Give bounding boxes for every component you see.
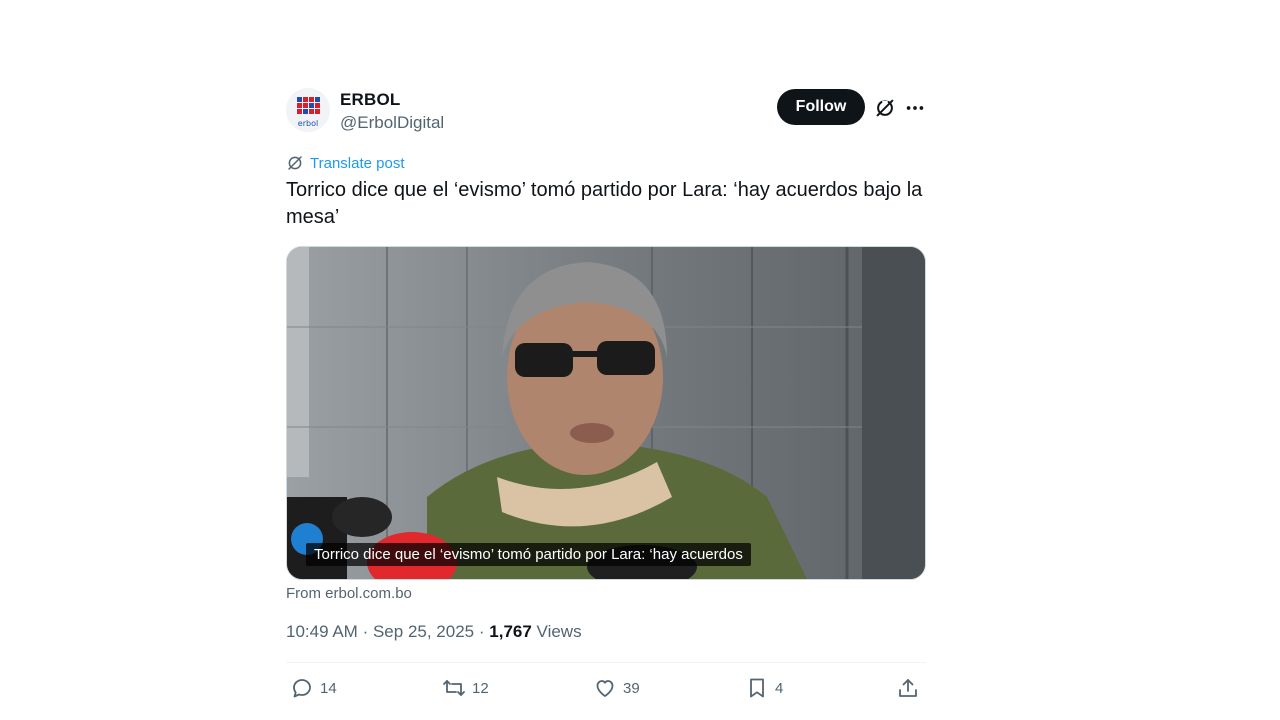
tweet-header: erbol ERBOL @ErbolDigital Follow [286, 86, 926, 142]
like-button[interactable]: 39 [593, 676, 640, 700]
video-caption: Torrico dice que el ‘evismo’ tomó partid… [306, 543, 751, 566]
avatar[interactable]: erbol [286, 88, 330, 132]
bookmark-button[interactable]: 4 [745, 676, 783, 700]
views-label: Views [536, 622, 582, 641]
repost-button[interactable]: 12 [442, 676, 489, 700]
author-name[interactable]: ERBOL [340, 90, 444, 110]
views-count: 1,767 [489, 622, 532, 641]
more-options-icon[interactable] [904, 97, 926, 119]
erbol-logo-icon: erbol [286, 88, 330, 132]
meta-separator: · [362, 622, 369, 641]
tweet-metadata: 10:49 AM · Sep 25, 2025 · 1,767 Views [286, 622, 582, 642]
reply-icon [293, 679, 311, 698]
grok-icon[interactable] [874, 97, 896, 119]
like-count: 39 [623, 679, 640, 697]
tweet-card: erbol ERBOL @ErbolDigital Follow Transla… [286, 86, 926, 698]
meta-separator: · [478, 622, 485, 641]
heart-icon [596, 680, 614, 697]
action-bar: 14 12 39 4 [286, 676, 926, 704]
translate-icon [288, 156, 302, 170]
reply-count: 14 [320, 679, 337, 697]
video-thumbnail [287, 247, 925, 579]
translate-post-link[interactable]: Translate post [286, 154, 405, 172]
repost-icon [443, 680, 465, 696]
avatar-text: erbol [298, 119, 318, 128]
share-icon [899, 679, 917, 697]
bookmark-count: 4 [775, 679, 784, 697]
media-video[interactable]: Torrico dice que el ‘evismo’ tomó partid… [286, 246, 926, 580]
bookmark-icon [750, 678, 764, 698]
reply-button[interactable]: 14 [290, 676, 337, 700]
follow-button[interactable]: Follow [777, 89, 865, 125]
author-handle[interactable]: @ErbolDigital [340, 112, 444, 134]
tweet-date[interactable]: Sep 25, 2025 [373, 622, 474, 641]
tweet-time[interactable]: 10:49 AM [286, 622, 358, 641]
translate-post-label[interactable]: Translate post [310, 155, 405, 172]
link-source[interactable]: From erbol.com.bo [286, 585, 412, 602]
share-button[interactable] [896, 676, 926, 700]
tweet-text: Torrico dice que el ‘evismo’ tomó partid… [286, 179, 923, 228]
divider [286, 662, 926, 663]
repost-count: 12 [472, 679, 489, 697]
author-block[interactable]: ERBOL @ErbolDigital [340, 90, 444, 134]
